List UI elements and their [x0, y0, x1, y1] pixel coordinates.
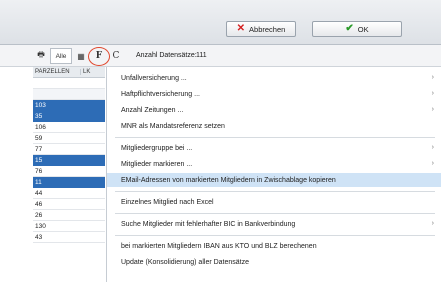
menu-item-label: bei markierten Mitgliedern IBAN aus KTO … — [121, 242, 317, 250]
dialog-header: ✕ Abbrechen ✔ OK — [0, 0, 441, 45]
menu-item-label: Einzelnes Mitglied nach Excel — [121, 198, 214, 206]
table-row[interactable] — [33, 89, 105, 100]
submenu-arrow-icon: › — [431, 106, 434, 113]
menu-item-label: Suche Mitglieder mit fehlerhafter BIC in… — [121, 220, 296, 228]
menu-item-anzahl-zeitungen[interactable]: Anzahl Zeitungen ... › — [107, 103, 441, 117]
table-row[interactable]: 59 — [33, 133, 105, 144]
toolbar: 🖶 Alle ▦ F C — [0, 45, 441, 67]
menu-item-label: Mitglieder markieren ... — [121, 160, 193, 168]
table-row[interactable]: 130 — [33, 221, 105, 232]
ok-button-label: OK — [357, 24, 369, 34]
submenu-arrow-icon: › — [431, 74, 434, 81]
menu-item-email-kopieren[interactable]: EMail-Adressen von markierten Mitglieder… — [107, 173, 441, 187]
submenu-arrow-icon: › — [431, 220, 434, 227]
menu-item-update-konsolidierung[interactable]: Update (Konsolidierung) aller Datensätze — [107, 255, 441, 269]
menu-item-unfallversicherung[interactable]: Unfallversicherung ... › — [107, 71, 441, 85]
check-icon: ✔ — [345, 23, 354, 34]
submenu-arrow-icon: › — [431, 144, 434, 151]
menu-item-mitgliedergruppe[interactable]: Mitgliedergruppe bei ... › — [107, 141, 441, 155]
highlight-circle — [88, 47, 110, 66]
member-grid: PARZELLEN LK 103 35 106 59 77 15 76 11 4… — [33, 67, 105, 282]
menu-item-label: Anzahl Zeitungen ... — [121, 106, 184, 114]
print-icon[interactable]: 🖶 — [34, 48, 48, 64]
menu-item-label: Mitgliedergruppe bei ... — [121, 144, 193, 152]
table-row[interactable]: 15 — [33, 155, 105, 166]
menu-item-label: EMail-Adressen von markierten Mitglieder… — [121, 176, 336, 184]
table-row[interactable]: 35 — [33, 111, 105, 122]
menu-separator — [115, 213, 435, 214]
table-row[interactable]: 103 — [33, 100, 105, 111]
menu-separator — [115, 137, 435, 138]
table-row[interactable] — [33, 78, 105, 89]
menu-item-bic-suche[interactable]: Suche Mitglieder mit fehlerhafter BIC in… — [107, 217, 441, 231]
menu-item-label: MNR als Mandatsreferenz setzen — [121, 122, 225, 130]
menu-item-haftpflicht[interactable]: Haftpflichtversicherung ... › — [107, 87, 441, 101]
record-count-value: 111 — [196, 52, 207, 59]
menu-separator — [115, 235, 435, 236]
table-row[interactable]: 44 — [33, 188, 105, 199]
menu-item-mnr-mandatsreferenz[interactable]: MNR als Mandatsreferenz setzen — [107, 119, 441, 133]
cancel-button-label: Abbrechen — [249, 24, 286, 34]
menu-separator — [115, 191, 435, 192]
cancel-button[interactable]: ✕ Abbrechen — [226, 21, 296, 37]
record-count-label: Anzahl Datensätze: — [136, 52, 197, 59]
select-all-button[interactable]: Alle — [50, 48, 72, 64]
close-icon: ✕ — [236, 23, 246, 34]
menu-item-excel-export[interactable]: Einzelnes Mitglied nach Excel — [107, 195, 441, 209]
column-header-parzellen[interactable]: PARZELLEN — [35, 69, 70, 75]
table-row[interactable]: 77 — [33, 144, 105, 155]
context-menu: Unfallversicherung ... › Haftpflichtvers… — [106, 67, 441, 282]
menu-item-label: Unfallversicherung ... — [121, 74, 187, 82]
table-row[interactable]: 43 — [33, 232, 105, 243]
table-row[interactable]: 106 — [33, 122, 105, 133]
grid-header: PARZELLEN LK — [33, 67, 105, 78]
menu-item-label: Update (Konsolidierung) aller Datensätze — [121, 258, 250, 266]
menu-item-iban-berechnen[interactable]: bei markierten Mitgliedern IBAN aus KTO … — [107, 239, 441, 253]
ok-button[interactable]: ✔ OK — [312, 21, 402, 37]
table-row[interactable]: 26 — [33, 210, 105, 221]
c-function-button[interactable]: C — [109, 48, 123, 64]
table-row[interactable]: 76 — [33, 166, 105, 177]
table-row[interactable]: 46 — [33, 199, 105, 210]
column-header-lk[interactable]: LK — [80, 69, 90, 75]
menu-item-mitglieder-markieren[interactable]: Mitglieder markieren ... › — [107, 157, 441, 171]
table-row[interactable]: 11 — [33, 177, 105, 188]
menu-item-label: Haftpflichtversicherung ... — [121, 90, 200, 98]
table-icon[interactable]: ▦ — [74, 48, 88, 64]
submenu-arrow-icon: › — [431, 160, 434, 167]
submenu-arrow-icon: › — [431, 90, 434, 97]
